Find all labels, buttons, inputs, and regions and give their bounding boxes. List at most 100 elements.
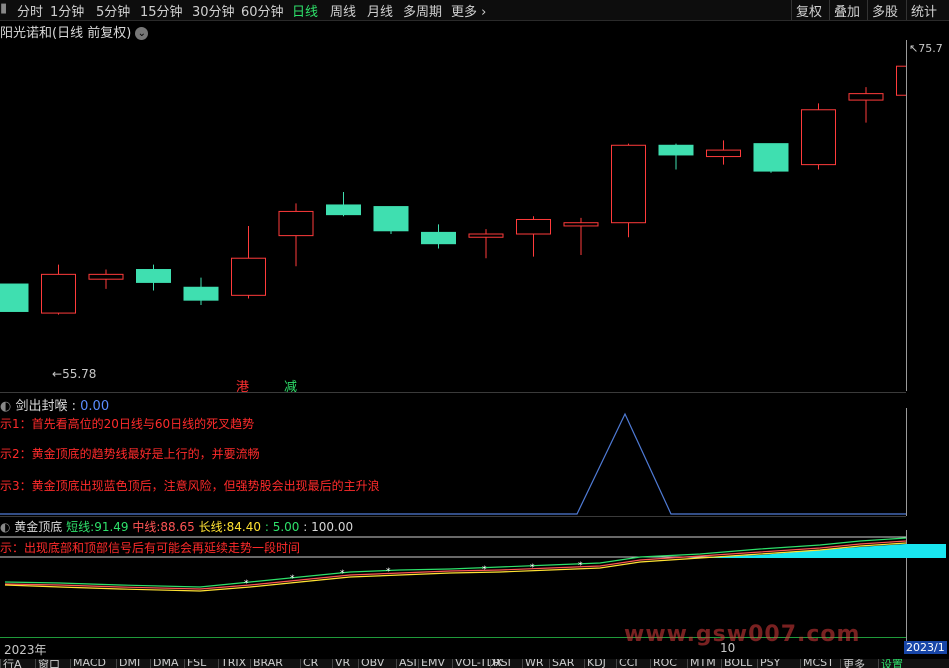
candlestick-chart[interactable] (0, 36, 906, 392)
more-periods-button[interactable]: 更多 › (451, 1, 486, 20)
period-toolbar: ▮ 分时 1分钟 5分钟 15分钟 30分钟 60分钟 日线 周线 月线 多周期… (0, 0, 949, 21)
candle[interactable] (41, 264, 76, 315)
indicator-tab-24[interactable]: 更多 (840, 659, 865, 668)
candle-body (278, 210, 314, 237)
candle-body (136, 269, 171, 283)
candle[interactable] (563, 217, 599, 255)
candle[interactable] (88, 269, 124, 289)
period-tab-daily[interactable]: 日线 (292, 1, 318, 20)
panel2-signal-line[interactable] (0, 408, 906, 518)
high-arrow-icon: ↖ (909, 42, 919, 55)
menu-icon[interactable]: ▮ (0, 1, 7, 16)
indicator-tab-12[interactable]: EMV (418, 659, 445, 668)
candle-body (563, 222, 599, 227)
indicator-tab-7[interactable]: BRAR (250, 659, 283, 668)
candle[interactable] (183, 277, 219, 306)
candle-body (41, 273, 76, 314)
candle[interactable] (278, 203, 314, 267)
low-arrow-icon: ← (52, 367, 63, 381)
period-tab-15min[interactable]: 15分钟 (140, 1, 183, 20)
period-tab-60min[interactable]: 60分钟 (241, 1, 284, 20)
candle[interactable] (231, 225, 266, 299)
panel-divider-1 (0, 392, 906, 393)
statistics-button[interactable]: 统计 (906, 0, 941, 20)
candle-body (848, 93, 884, 101)
multi-stock-button[interactable]: 多股 (867, 0, 902, 20)
candle[interactable] (611, 143, 646, 238)
candle-body (88, 273, 124, 280)
candle[interactable] (801, 103, 836, 170)
indicator-tab-10[interactable]: OBV (358, 659, 384, 668)
candle[interactable] (421, 224, 456, 249)
period-tab-fenshi[interactable]: 分时 (17, 1, 43, 20)
period-tab-5min[interactable]: 5分钟 (96, 1, 130, 20)
fuquan-button[interactable]: 复权 (791, 0, 826, 20)
candle[interactable] (468, 229, 504, 259)
candle-body (183, 286, 219, 301)
svg-text:*: * (244, 579, 249, 589)
period-tab-monthly[interactable]: 月线 (367, 1, 393, 20)
indicator-tab-2[interactable]: MACD (70, 659, 106, 668)
overlay-button[interactable]: 叠加 (829, 0, 864, 20)
cursor-line-main (906, 40, 907, 391)
candle-body (468, 233, 504, 238)
high-price-value: 75.7 (918, 42, 943, 55)
more-label: 更多 (451, 5, 478, 20)
candle[interactable] (516, 216, 551, 257)
svg-text:*: * (578, 561, 583, 571)
candle-body (706, 149, 741, 158)
indicator-tab-20[interactable]: MTM (687, 659, 716, 668)
svg-text:*: * (530, 563, 535, 573)
indicator-tab-0[interactable]: 行A (0, 659, 22, 668)
candle-body (0, 283, 29, 312)
svg-text:*: * (340, 569, 345, 579)
candle-body (896, 65, 906, 96)
indicator-tab-1[interactable]: 窗口 (35, 659, 60, 668)
indicator-tab-9[interactable]: VR (332, 659, 350, 668)
panel-divider-2 (0, 516, 906, 517)
indicator-tab-8[interactable]: CR (300, 659, 318, 668)
indicator-tab-15[interactable]: WR (522, 659, 544, 668)
indicator-tab-4[interactable]: DMA (150, 659, 179, 668)
indicator-tab-17[interactable]: KDJ (584, 659, 606, 668)
indicator-tab-19[interactable]: ROC (650, 659, 677, 668)
indicator-tab-6[interactable]: TRIX (218, 659, 246, 668)
indicator-tab-16[interactable]: SAR (549, 659, 574, 668)
indicator-tab-21[interactable]: BOLL (721, 659, 752, 668)
indicator-tab-14[interactable]: RSI (490, 659, 511, 668)
candle-body (421, 231, 456, 245)
low-price-value: 55.78 (62, 367, 97, 381)
candle[interactable] (136, 264, 171, 291)
candle[interactable] (373, 206, 409, 235)
candle-body (326, 204, 361, 216)
candle[interactable] (896, 50, 907, 113)
indicator-tabbar: 行A 窗口 MACD DMI DMA FSL TRIX BRAR CR VR OBV ASI EMV VO… (0, 659, 949, 668)
candle[interactable] (753, 143, 789, 173)
indicator-tab-18[interactable]: CCI (616, 659, 638, 668)
candle[interactable] (658, 143, 694, 170)
indicator-tab-23[interactable]: MCST (800, 659, 834, 668)
candle-body (753, 143, 789, 172)
period-tab-weekly[interactable]: 周线 (330, 1, 356, 20)
period-tab-multi[interactable]: 多周期 (403, 1, 442, 20)
indicator-tab-11[interactable]: ASI (396, 659, 417, 668)
candle[interactable] (326, 192, 361, 217)
indicator-tab-22[interactable]: PSY (757, 659, 780, 668)
axis-cursor-date: 2023/1 (904, 641, 947, 654)
indicator-tab-25[interactable]: 设置 (878, 659, 903, 668)
period-tab-1min[interactable]: 1分钟 (50, 1, 84, 20)
svg-text:*: * (290, 574, 295, 584)
axis-year-label: 2023年 (4, 643, 47, 657)
candle[interactable] (848, 87, 884, 123)
candle-body (658, 144, 694, 156)
indicator-tab-5[interactable]: FSL (184, 659, 206, 668)
candle-body (231, 257, 266, 296)
indicator-tab-3[interactable]: DMI (116, 659, 140, 668)
svg-text:*: * (386, 567, 391, 577)
watermark: www.gsw007.com (624, 622, 861, 647)
chevron-right-icon: › (477, 5, 487, 20)
period-tab-30min[interactable]: 30分钟 (192, 1, 235, 20)
candle[interactable] (706, 140, 741, 165)
candle[interactable] (0, 283, 29, 312)
candle-body (801, 109, 836, 166)
